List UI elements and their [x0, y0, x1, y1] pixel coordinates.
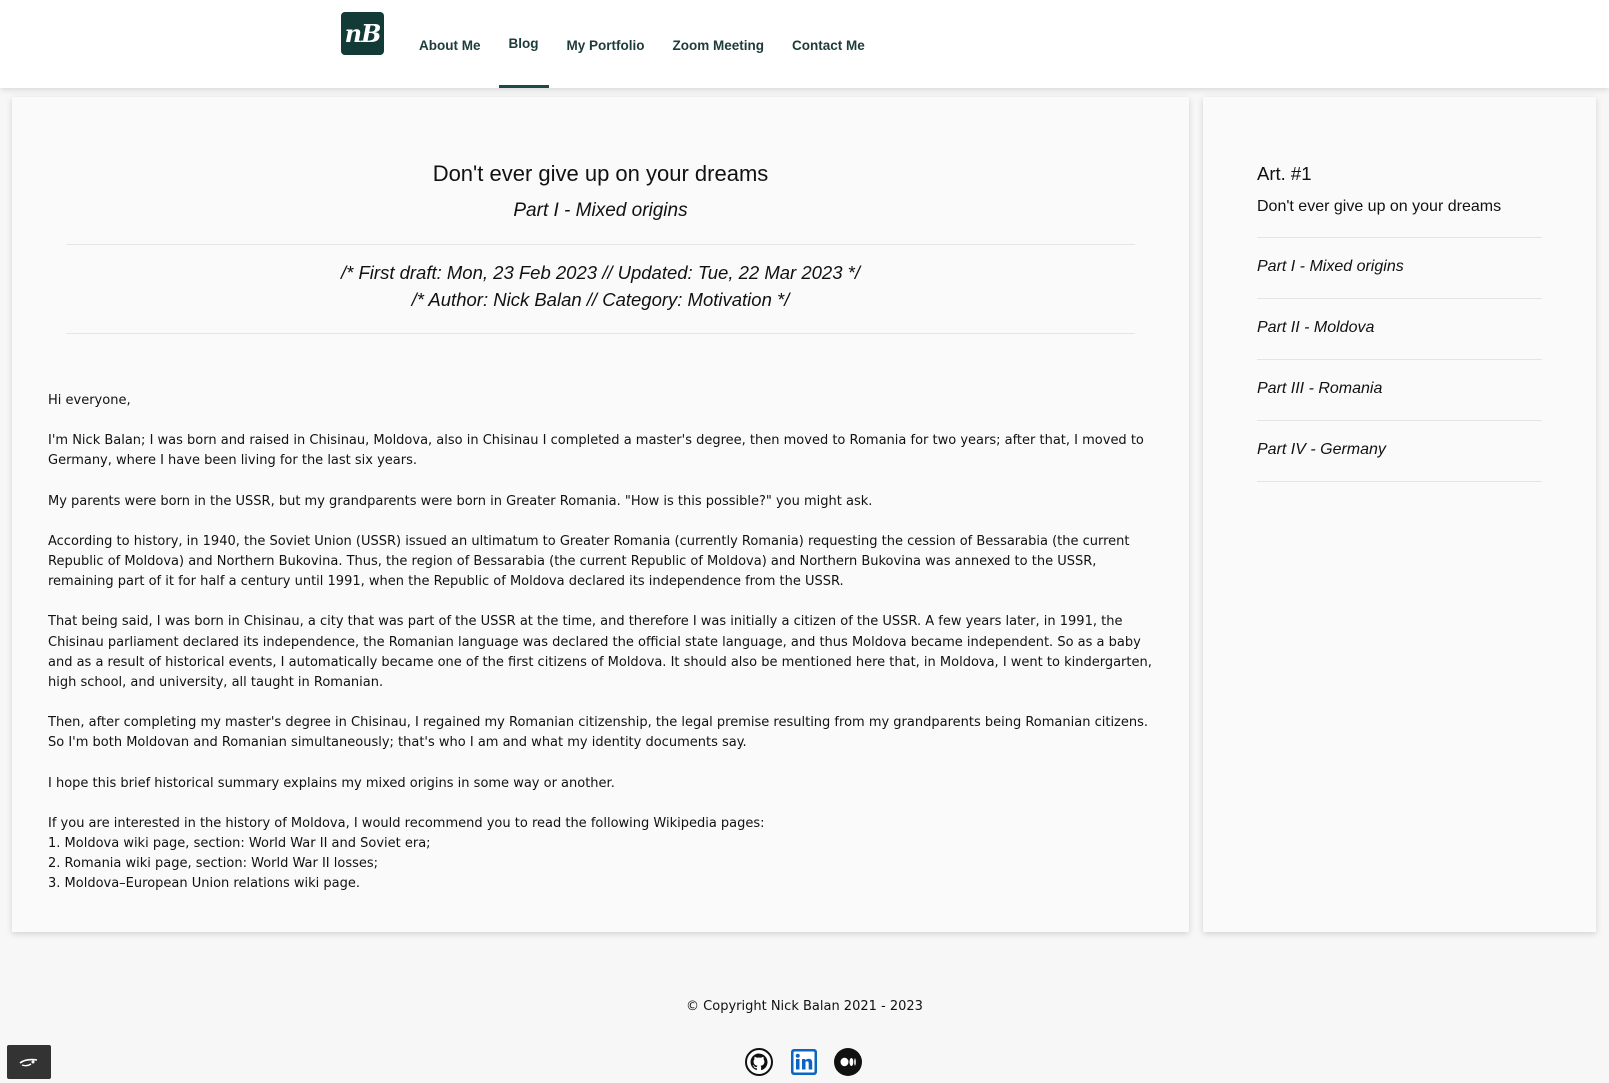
- divider: [1257, 298, 1542, 299]
- wiki-link-romania[interactable]: 2. Romania wiki page, section: World War…: [48, 854, 1160, 874]
- paragraph: Then, after completing my master's degre…: [48, 715, 1149, 751]
- nav-zoom-meeting[interactable]: Zoom Meeting: [659, 0, 779, 88]
- github-icon[interactable]: [745, 1048, 773, 1076]
- article-body: Hi everyone, I'm Nick Balan; I was born …: [48, 391, 1160, 895]
- nav-my-portfolio[interactable]: My Portfolio: [553, 0, 659, 88]
- article-title: Don't ever give up on your dreams: [432, 161, 769, 186]
- paragraph: That being said, I was born in Chisinau,…: [48, 614, 1152, 691]
- sidebar-part-1[interactable]: Part I - Mixed origins: [1257, 258, 1404, 276]
- paragraph: My parents were born in the USSR, but my…: [48, 493, 873, 509]
- article-sidebar: Art. #1 Don't ever give up on your dream…: [1203, 97, 1596, 932]
- article-dates: /* First draft: Mon, 23 Feb 2023 // Upda…: [341, 262, 860, 283]
- article-card: Don't ever give up on your dreams Part I…: [12, 97, 1189, 932]
- cookie-settings-icon: [19, 1058, 38, 1067]
- divider: [1257, 237, 1542, 238]
- wiki-link-moldova-eu[interactable]: 3. Moldova–European Union relations wiki…: [48, 874, 1160, 894]
- copyright-text: © Copyright Nick Balan 2021 - 2023: [686, 999, 923, 1014]
- paragraph: If you are interested in the history of …: [48, 815, 765, 831]
- article-subtitle: Part I - Mixed origins: [513, 200, 688, 221]
- sidebar-article-title: Don't ever give up on your dreams: [1257, 198, 1502, 215]
- divider: [1257, 359, 1542, 360]
- nav-blog[interactable]: Blog: [495, 0, 553, 88]
- divider: [66, 244, 1135, 245]
- site-header: nB About Me Blog My Portfolio Zoom Meeti…: [0, 0, 1609, 88]
- article-author-category: /* Author: Nick Balan // Category: Motiv…: [411, 289, 790, 310]
- paragraph: Hi everyone,: [48, 393, 131, 408]
- divider: [66, 333, 1135, 334]
- medium-icon[interactable]: [834, 1048, 862, 1076]
- site-logo[interactable]: nB: [341, 12, 384, 55]
- article-number: Art. #1: [1257, 163, 1312, 184]
- main-nav: About Me Blog My Portfolio Zoom Meeting …: [405, 0, 879, 88]
- linkedin-icon[interactable]: [790, 1048, 818, 1076]
- sidebar-part-2[interactable]: Part II - Moldova: [1257, 319, 1374, 337]
- sidebar-part-4[interactable]: Part IV - Germany: [1257, 441, 1386, 459]
- nav-contact-me[interactable]: Contact Me: [778, 0, 879, 88]
- divider: [1257, 481, 1542, 482]
- paragraph: I hope this brief historical summary exp…: [48, 775, 615, 791]
- sidebar-part-3[interactable]: Part III - Romania: [1257, 380, 1382, 398]
- nav-about-me[interactable]: About Me: [405, 0, 495, 88]
- paragraph: I'm Nick Balan; I was born and raised in…: [48, 433, 1144, 469]
- paragraph: According to history, in 1940, the Sovie…: [48, 533, 1130, 590]
- wiki-link-moldova[interactable]: 1. Moldova wiki page, section: World War…: [48, 834, 1160, 854]
- cookie-settings-button[interactable]: [7, 1045, 51, 1079]
- divider: [1257, 420, 1542, 421]
